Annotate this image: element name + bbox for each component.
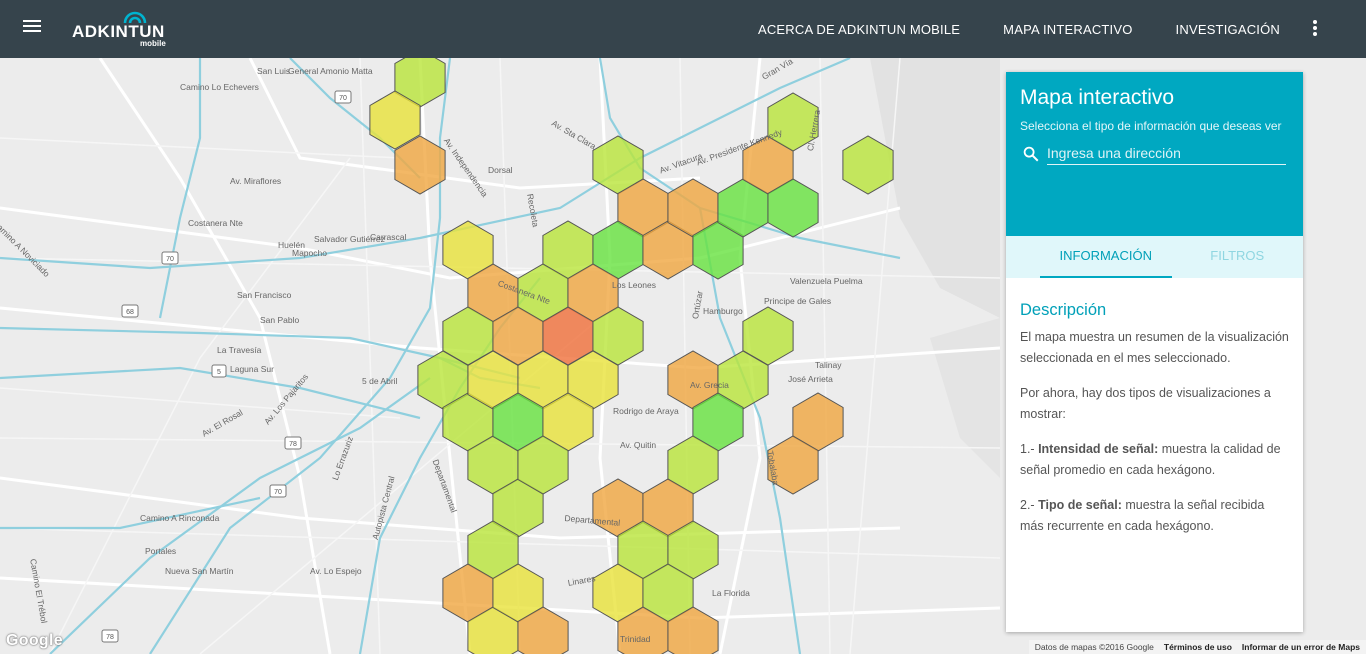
nav-link-investigacion[interactable]: INVESTIGACIÓN bbox=[1176, 22, 1280, 37]
tab-filtros[interactable]: FILTROS bbox=[1172, 236, 1304, 278]
nav-link-mapa[interactable]: MAPA INTERACTIVO bbox=[1003, 22, 1132, 37]
description-title: Descripción bbox=[1020, 301, 1107, 319]
google-logo[interactable]: Google bbox=[6, 632, 63, 650]
description-paragraph-2: Por ahora, hay dos tipos de visualizacio… bbox=[1020, 386, 1271, 421]
top-app-bar: ADKINTUN mobile ACERCA DE ADKINTUN MOBIL… bbox=[0, 0, 1366, 58]
address-search bbox=[1020, 141, 1289, 171]
street-label: San Francisco bbox=[237, 290, 292, 300]
panel-body: Descripción El mapa muestra un resumen d… bbox=[1006, 278, 1303, 537]
street-label: Camino Lo Echevers bbox=[180, 82, 259, 92]
map-data-credit: Datos de mapas ©2016 Google bbox=[1034, 642, 1154, 652]
street-label: Av. Grecia bbox=[690, 380, 729, 390]
street-label: José Arrieta bbox=[788, 374, 833, 384]
street-label: Carrascal bbox=[370, 232, 407, 242]
nav-link-acerca[interactable]: ACERCA DE ADKINTUN MOBILE bbox=[758, 22, 960, 37]
svg-text:5: 5 bbox=[217, 369, 221, 376]
svg-text:78: 78 bbox=[106, 634, 114, 641]
item-1-term: Intensidad de señal: bbox=[1038, 442, 1159, 456]
street-label: 5 de Abril bbox=[362, 376, 398, 386]
description-item-2: 2.- Tipo de señal: muestra la señal reci… bbox=[1020, 495, 1289, 537]
street-label: Hamburgo bbox=[703, 306, 743, 316]
map-attribution: Datos de mapas ©2016 Google Términos de … bbox=[1028, 640, 1366, 654]
street-label: San Pablo bbox=[260, 315, 300, 325]
panel-header: Mapa interactivo Selecciona el tipo de i… bbox=[1006, 72, 1303, 236]
panel-subtitle: Selecciona el tipo de información que de… bbox=[1020, 119, 1282, 133]
signal-hexagon[interactable] bbox=[842, 135, 894, 195]
svg-text:70: 70 bbox=[274, 489, 282, 496]
svg-text:78: 78 bbox=[289, 441, 297, 448]
street-label: Mapocho bbox=[292, 248, 327, 258]
street-label: Costanera Nte bbox=[188, 218, 243, 228]
search-icon bbox=[1023, 146, 1039, 162]
street-label: General Amonio Matta bbox=[288, 66, 373, 76]
street-label: Av. Lo Espejo bbox=[310, 566, 362, 576]
street-label: Trinidad bbox=[620, 634, 651, 644]
street-label: Camino A Rinconada bbox=[140, 513, 220, 523]
street-label: Laguna Sur bbox=[230, 364, 274, 374]
street-label: Av. Miraflores bbox=[230, 176, 282, 186]
hamburger-menu-icon[interactable] bbox=[18, 17, 46, 41]
street-label: Av. Quitin bbox=[620, 440, 657, 450]
terms-link[interactable]: Términos de uso bbox=[1164, 642, 1232, 652]
address-search-input[interactable] bbox=[1047, 141, 1286, 165]
top-nav: ACERCA DE ADKINTUN MOBILE MAPA INTERACTI… bbox=[715, 0, 1280, 58]
street-label: Nueva San Martín bbox=[165, 566, 234, 576]
street-label: Portales bbox=[145, 546, 177, 556]
tab-informacion[interactable]: INFORMACIÓN bbox=[1040, 236, 1172, 278]
street-label: San Luis bbox=[257, 66, 291, 76]
adkintun-logo[interactable]: ADKINTUN mobile bbox=[72, 8, 182, 50]
svg-text:68: 68 bbox=[126, 309, 134, 316]
panel-tabs: INFORMACIÓN FILTROS bbox=[1006, 236, 1303, 278]
street-label: La Travesía bbox=[217, 345, 262, 355]
street-label: Rodrigo de Araya bbox=[613, 406, 679, 416]
description-item-1: 1.- Intensidad de señal: muestra la cali… bbox=[1020, 439, 1289, 481]
street-label: Dorsal bbox=[488, 165, 513, 175]
street-label: La Florida bbox=[712, 588, 750, 598]
street-label: Los Leones bbox=[612, 280, 656, 290]
svg-text:70: 70 bbox=[339, 95, 347, 102]
description-paragraph-1: El mapa muestra un resumen de la visuali… bbox=[1020, 330, 1289, 365]
street-label: Principe de Gales bbox=[764, 296, 832, 306]
street-label: Talinay bbox=[815, 360, 842, 370]
report-error-link[interactable]: Informar de un error de Maps bbox=[1242, 642, 1360, 652]
street-label: Valenzuela Puelma bbox=[790, 276, 863, 286]
item-2-prefix: 2.- bbox=[1020, 498, 1039, 512]
svg-text:70: 70 bbox=[166, 256, 174, 263]
logo-subtext: mobile bbox=[140, 39, 166, 48]
more-vert-icon[interactable] bbox=[1304, 20, 1326, 38]
panel-title: Mapa interactivo bbox=[1020, 86, 1175, 109]
info-panel: Mapa interactivo Selecciona el tipo de i… bbox=[1006, 72, 1303, 632]
item-1-prefix: 1.- bbox=[1020, 442, 1039, 456]
item-2-term: Tipo de señal: bbox=[1038, 498, 1122, 512]
